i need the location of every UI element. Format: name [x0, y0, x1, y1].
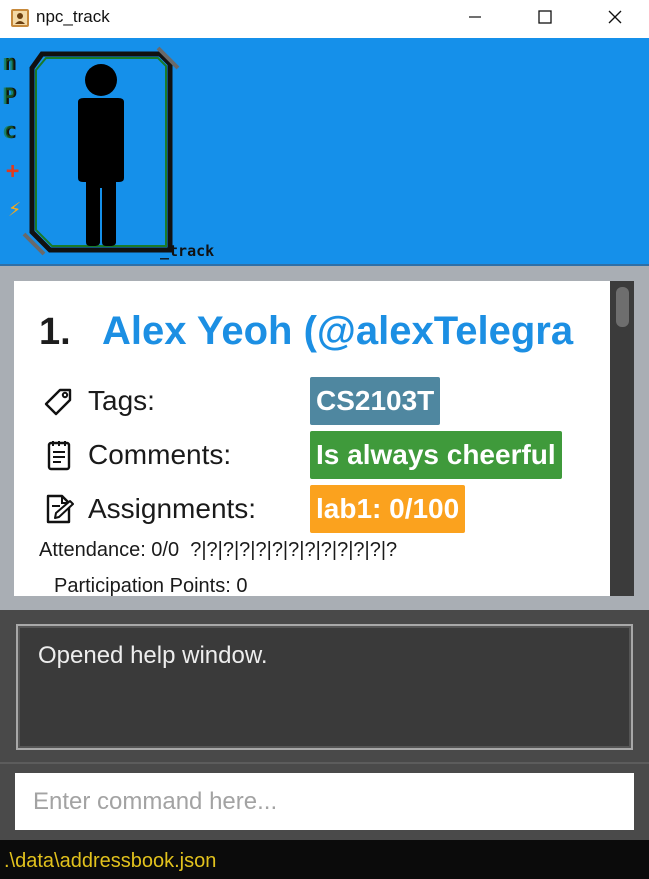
svg-text:n: n: [2, 51, 15, 76]
npc-track-logo: n n P P c c + ⚡ _track: [2, 46, 214, 260]
assignments-row: Assignments:: [42, 487, 256, 531]
notepad-icon: [47, 441, 71, 471]
app-banner: n n P P c c + ⚡ _track: [0, 38, 649, 264]
assignments-label: Assignments:: [88, 493, 257, 524]
svg-text:_track: _track: [160, 242, 214, 260]
title-bar: npc_track: [0, 0, 649, 38]
comment-chip: Is always cheerful: [310, 431, 562, 479]
comments-row: Comments:: [42, 433, 231, 477]
contact-book-icon: [11, 9, 29, 27]
assignment-chip: lab1: 0/100: [310, 485, 466, 533]
person-index: 1.: [39, 311, 71, 353]
data-file-path: .\data\addressbook.json: [4, 850, 217, 872]
close-icon: [608, 10, 622, 24]
minimize-button[interactable]: [440, 0, 510, 34]
list-scrollbar-thumb[interactable]: [616, 287, 629, 327]
window-title: npc_track: [36, 7, 110, 26]
result-message: Opened help window.: [38, 642, 268, 669]
maximize-button[interactable]: [510, 0, 580, 34]
attendance-text: Attendance: 0/0 ?|?|?|?|?|?|?|?|?|?|?|?|…: [39, 539, 398, 561]
tag-chip: CS2103T: [310, 377, 441, 425]
tags-row: Tags:: [42, 379, 155, 423]
command-input[interactable]: [15, 773, 634, 830]
person-card[interactable]: 1. Alex Yeoh (@alexTelegra Tags: CS2103T…: [14, 281, 610, 596]
command-divider: [0, 762, 649, 764]
svg-text:+: +: [6, 159, 19, 184]
tag-icon: [44, 388, 72, 416]
minimize-icon: [469, 16, 481, 18]
close-button[interactable]: [580, 0, 649, 34]
svg-text:P: P: [2, 85, 15, 110]
edit-document-icon: [46, 494, 74, 524]
person-name: Alex Yeoh (@alexTelegra: [102, 309, 574, 353]
svg-text:⚡: ⚡: [8, 197, 21, 222]
participation-text: Participation Points: 0: [54, 575, 248, 596]
comments-label: Comments:: [88, 439, 232, 470]
svg-text:c: c: [2, 119, 15, 144]
maximize-icon: [538, 10, 552, 24]
tags-label: Tags:: [88, 385, 155, 416]
list-scrollbar[interactable]: [610, 281, 634, 596]
